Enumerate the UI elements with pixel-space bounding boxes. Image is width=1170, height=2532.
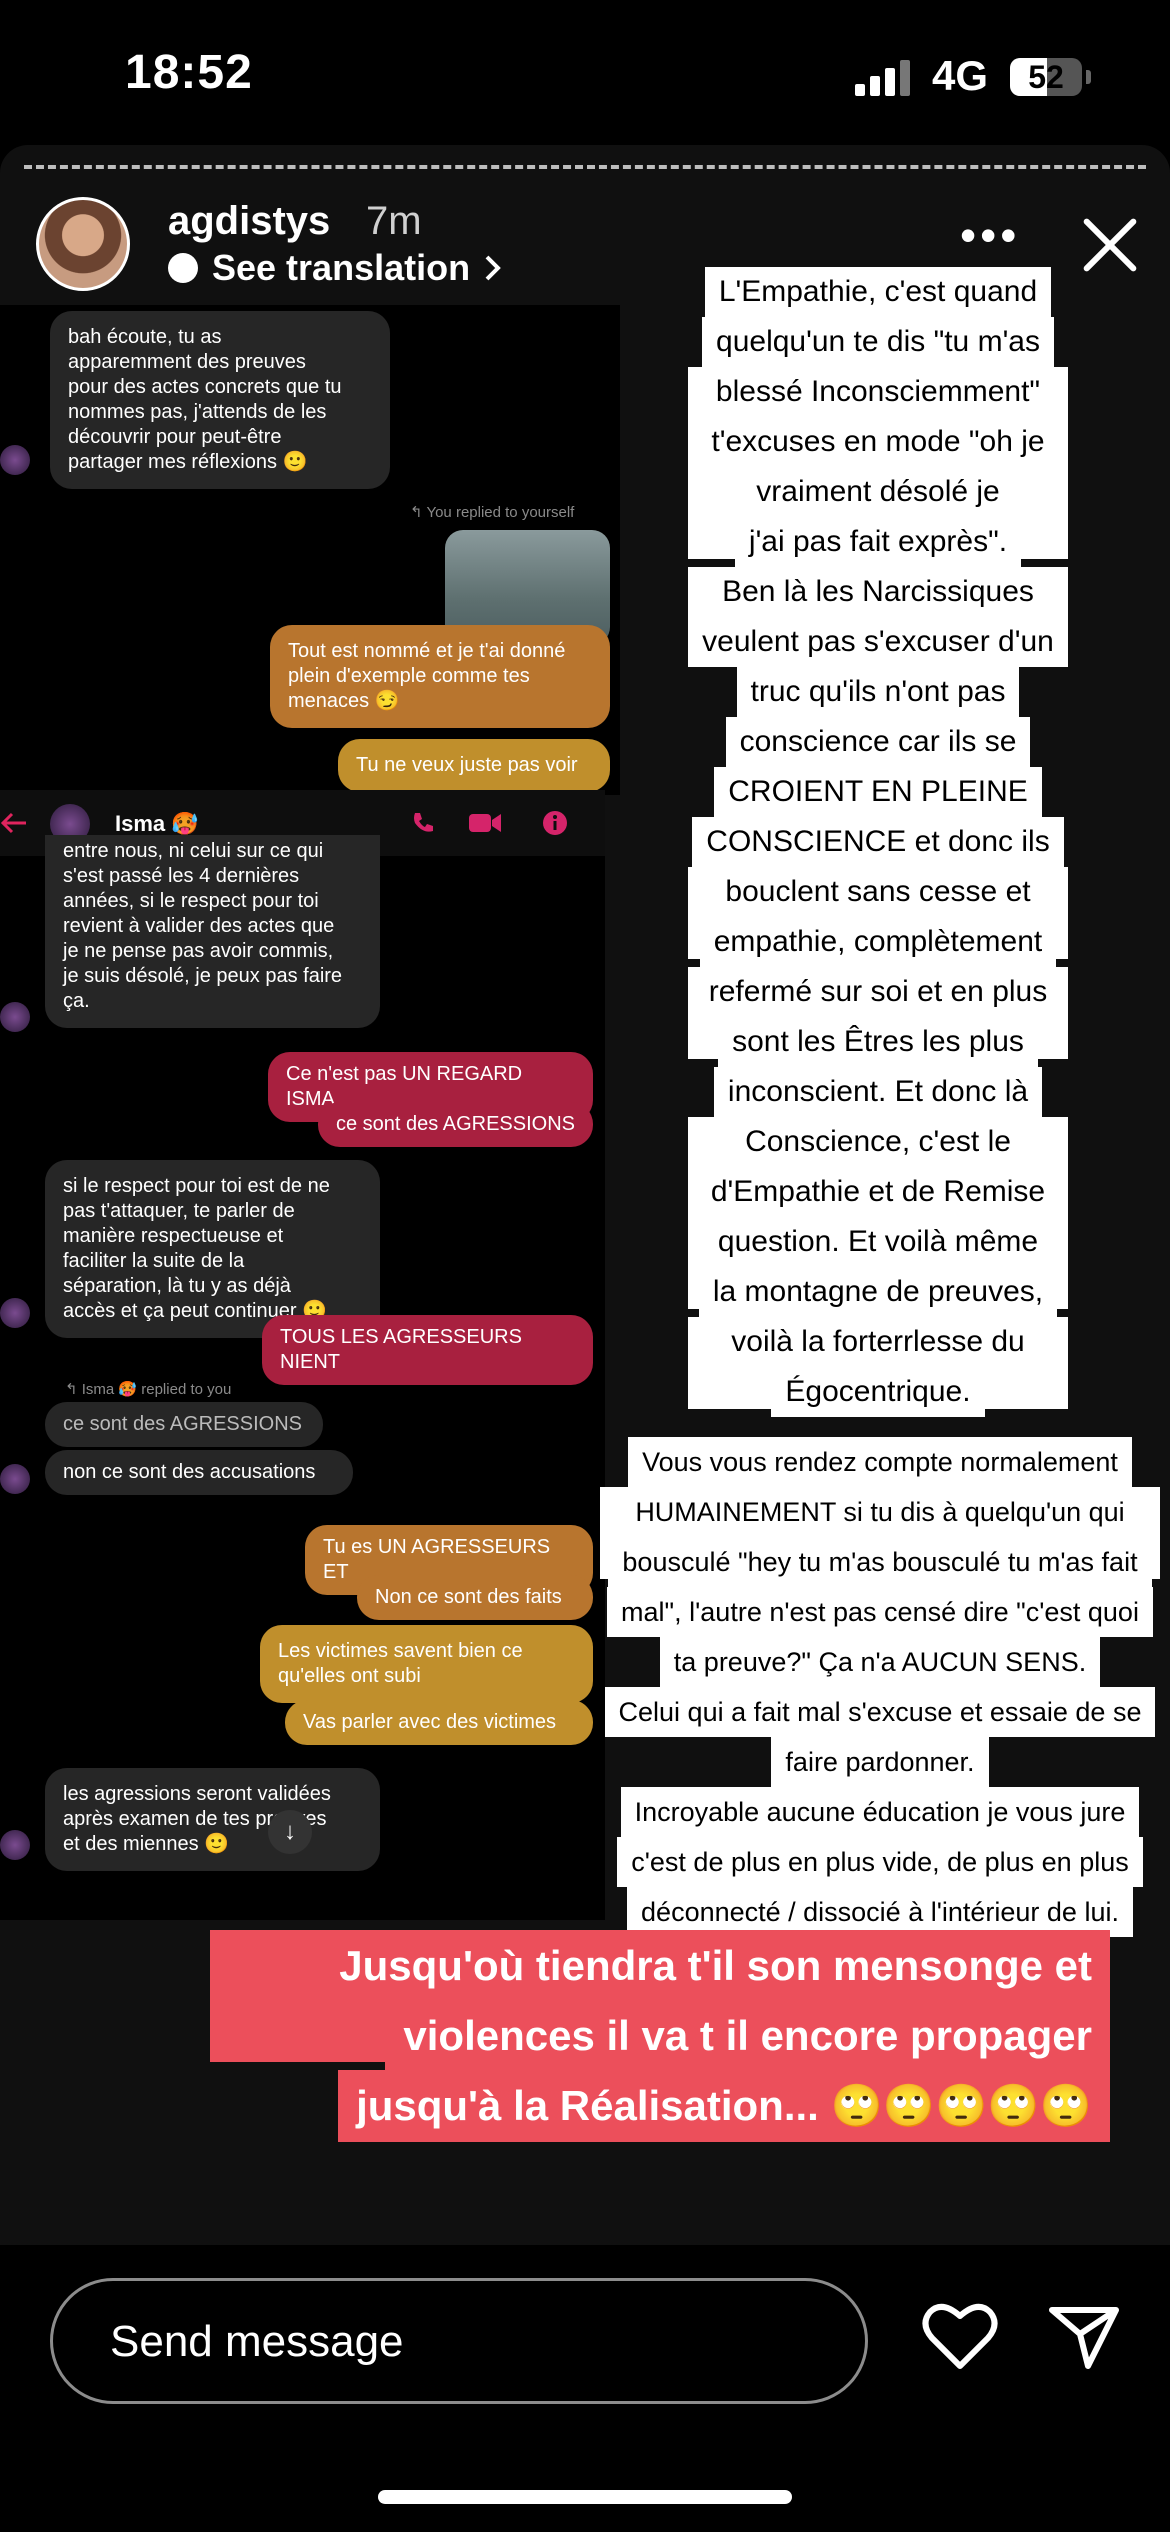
text-line: la montagne de preuves, [698,1267,1058,1317]
text-line: CONSCIENCE et donc ils [692,817,1064,867]
story-caption: Jusqu'où tiendra t'il son mensonge et co… [210,1930,1110,2142]
text-line: conscience car ils se [725,717,1031,767]
story-text-block-2: Vous vous rendez compte normalement HUMAI… [600,1437,1160,1937]
translate-icon [168,253,198,283]
story-viewer[interactable]: agdistys 7m See translation ••• bah écou… [0,145,1170,2245]
send-message-placeholder: Send message [110,2317,404,2366]
battery-icon: 52 [1010,58,1082,96]
story-text-block-1: L'Empathie, c'est quand quelqu'un te dis … [688,267,1068,1417]
text-line: c'est de plus en plus vide, de plus en p… [617,1837,1143,1887]
text-line: faire pardonner. [771,1737,989,1787]
text-line: ta preuve?" Ça n'a AUCUN SENS. [659,1637,1101,1687]
chat-message: entre nous, ni celui sur ce qui s'est pas… [45,835,380,1028]
status-bar: 18:52 4G 52 [0,0,1170,150]
chat-screenshot-1: bah écoute, tu as apparemment des preuves… [0,305,620,795]
contact-avatar [0,1464,30,1494]
reply-meta: ↰ You replied to yourself [410,504,575,521]
text-line: empathie, complètement [699,917,1057,967]
scroll-down-icon[interactable]: ↓ [268,1810,312,1854]
info-icon [543,811,567,835]
chat-screenshot-2: Isma 🥵 entre nous, ni celui sur ce qui s'… [0,790,605,1920]
chat-message: les agressions seront validées après exam… [45,1768,380,1871]
chat-message: Vas parler avec des victimes [285,1700,593,1745]
text-line: veulent pas s'excuser d'un [688,617,1068,667]
back-arrow-icon [0,812,26,834]
chat-message: Les victimes savent bien ce qu'elles ont … [260,1625,593,1703]
see-translation-button[interactable]: See translation [168,247,502,289]
heart-icon[interactable] [922,2302,998,2372]
contact-avatar [0,445,30,475]
home-indicator [378,2490,792,2504]
status-time: 18:52 [125,46,253,99]
chat-message: non ce sont des accusations [45,1450,353,1495]
contact-name: Isma 🥵 [115,811,199,836]
story-age: 7m [366,199,422,243]
chat-message: ce sont des AGRESSIONS [45,1402,323,1447]
chat-message: Non ce sont des faits [357,1575,593,1620]
caption-line: jusqu'à la Réalisation... 🙄🙄🙄🙄🙄 [338,2070,1110,2142]
caption-line: violences il va t il encore propager [385,2000,1110,2072]
avatar[interactable] [36,197,130,291]
battery-level: 52 [1028,59,1064,95]
text-line: quelqu'un te dis "tu m'as [702,317,1054,367]
text-line: CROIENT EN PLEINE [714,767,1042,817]
text-line: Celui qui a fait mal s'excuse et essaie … [604,1687,1156,1737]
reply-meta: ↰ Isma 🥵 replied to you [65,1381,232,1398]
chat-message: Tu ne veux juste pas voir [338,739,610,792]
text-line: sont les Êtres les plus [718,1017,1038,1067]
chat-message: bah écoute, tu as apparemment des preuves… [50,311,390,489]
story-progress-bar [24,165,1146,169]
text-line: Vous vous rendez compte normalement [628,1437,1132,1487]
chat-message: ce sont des AGRESSIONS [318,1102,593,1147]
see-translation-label: See translation [212,247,471,288]
contact-avatar [0,1002,30,1032]
contact-avatar [0,1298,30,1328]
text-line: truc qu'ils n'ont pas [736,667,1020,717]
more-icon[interactable]: ••• [960,212,1020,258]
chat-message: TOUS LES AGRESSEURS NIENT [262,1315,593,1385]
text-line: Incroyable aucune éducation je vous jure [620,1787,1140,1837]
text-line: bousculé "hey tu m'as bousculé tu m'as f… [608,1537,1152,1587]
close-icon[interactable] [1080,215,1140,275]
text-line: Égocentrique. [771,1367,985,1417]
text-line: mal", l'autre n'est pas censé dire "c'es… [607,1587,1153,1637]
text-line: inconscient. Et donc là [713,1067,1043,1117]
network-label: 4G [932,52,989,99]
chat-message: Tout est nommé et je t'ai donné plein d'e… [270,625,610,728]
chevron-right-icon [485,255,501,281]
phone-icon [414,813,433,832]
text-line: j'ai pas fait exprès". [734,517,1022,567]
send-icon[interactable] [1048,2304,1120,2370]
video-icon [469,814,501,832]
chat-message: si le respect pour toi est de ne pas t'at… [45,1160,380,1338]
story-username[interactable]: agdistys [168,199,330,244]
signal-icon [855,60,915,96]
text-line: L'Empathie, c'est quand [704,267,1052,317]
contact-avatar [0,1830,30,1860]
